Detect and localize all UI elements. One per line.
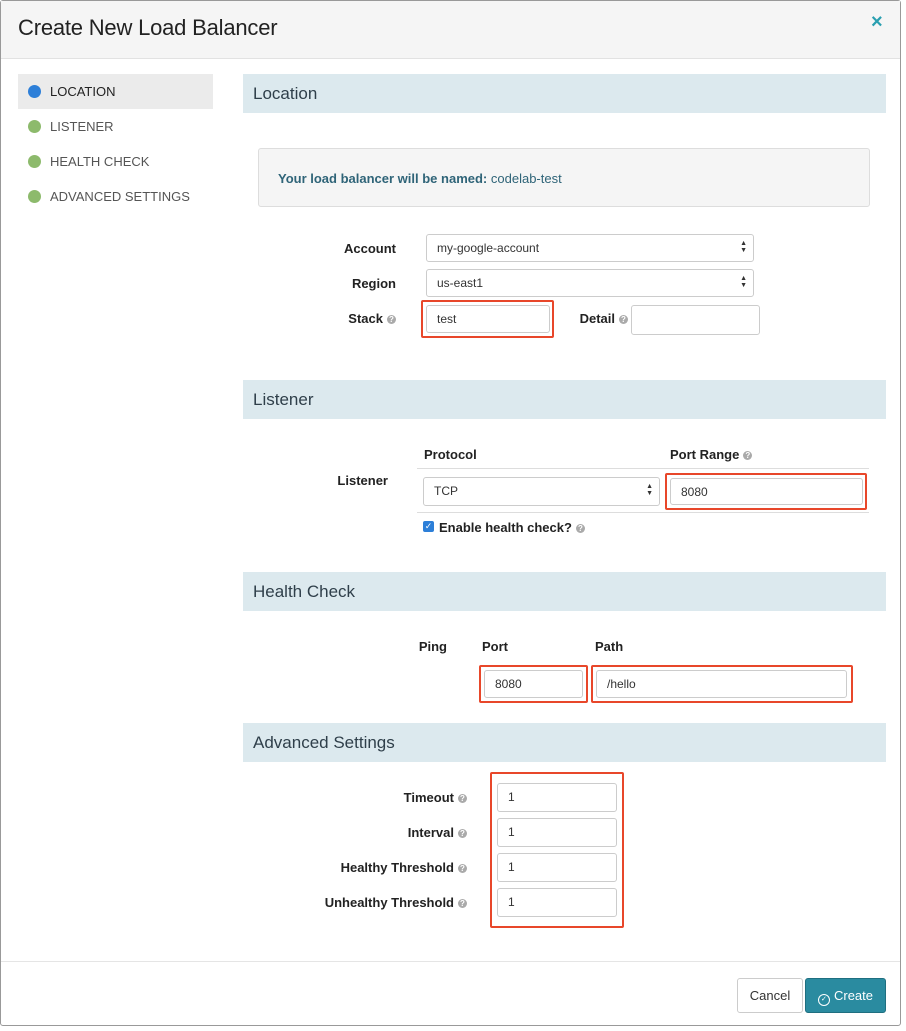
listener-row-label: Listener [337,473,388,488]
footer-divider [1,961,900,962]
healthy-threshold-label-row: Healthy Threshold? [301,860,467,875]
name-prefix: Your load balancer will be named: codela… [278,171,562,186]
table-row-divider [417,512,869,513]
nav-item-location[interactable]: LOCATION [18,74,213,109]
status-dot-icon [28,155,41,168]
detail-input[interactable] [631,305,760,335]
account-select-value: my-google-account [437,241,540,255]
name-prefix-text: Your load balancer will be named: [278,171,488,186]
path-header: Path [595,639,624,654]
help-icon[interactable]: ? [619,315,628,324]
stack-highlight [421,300,554,338]
create-load-balancer-modal: Create New Load Balancer × LOCATION LIST… [0,0,901,1026]
nav-item-label: ADVANCED SETTINGS [50,189,190,204]
nav-item-listener[interactable]: LISTENER [18,109,213,144]
help-icon[interactable]: ? [458,829,467,838]
create-button-label: Create [833,988,874,1003]
port-range-header: Port Range [670,447,740,462]
section-title: Listener [253,390,314,409]
modal-header: Create New Load Balancer × [1,1,900,59]
help-icon[interactable]: ? [458,899,467,908]
health-path-highlight [591,665,853,703]
nav-item-label: HEALTH CHECK [50,154,150,169]
help-icon[interactable]: ? [387,315,396,324]
account-label: Account [344,241,396,256]
region-label: Region [351,276,396,291]
help-icon[interactable]: ? [575,524,585,533]
unhealthy-threshold-label-row: Unhealthy Threshold? [301,895,467,910]
select-arrows-icon: ▲ ▼ [740,275,747,289]
region-select[interactable]: us-east1 ▲ ▼ [426,269,754,297]
modal-title: Create New Load Balancer [18,15,278,40]
select-arrows-icon: ▲ ▼ [646,483,653,497]
healthy-threshold-label: Healthy Threshold [340,860,454,875]
protocol-select[interactable]: TCP ▲ ▼ [423,477,660,506]
status-dot-icon [28,120,41,133]
interval-label-row: Interval? [301,825,467,840]
health-check-label: Enable health check? [439,520,572,535]
timeout-label: Timeout [403,790,454,805]
load-balancer-name-box: Your load balancer will be named: codela… [258,148,870,207]
help-icon[interactable]: ? [458,864,467,873]
nav-item-health-check[interactable]: HEALTH CHECK [18,144,213,179]
nav-item-label: LISTENER [50,119,114,134]
region-select-value: us-east1 [437,276,484,290]
health-check-section-header: Health Check [243,572,886,611]
port-range-highlight [665,473,867,510]
section-title: Health Check [253,582,356,601]
health-port-highlight [479,665,588,703]
health-check-checkbox[interactable]: ✓ [423,521,434,532]
nav-item-advanced-settings[interactable]: ADVANCED SETTINGS [18,179,213,214]
section-title: Location [253,84,318,103]
health-check-label-row: Enable health check?? [439,520,585,535]
status-dot-icon [28,85,41,98]
cancel-button[interactable]: Cancel [737,978,803,1013]
status-dot-icon [28,190,41,203]
stack-label: Stack [348,311,383,326]
detail-label: Detail [579,311,615,326]
port-header: Port [482,639,508,654]
unhealthy-threshold-label: Unhealthy Threshold [324,895,454,910]
interval-label: Interval [407,825,454,840]
close-icon[interactable]: × [871,11,883,34]
help-icon[interactable]: ? [743,451,753,460]
create-button[interactable]: ✓ Create [805,978,886,1013]
location-section-header: Location [243,74,886,113]
timeout-label-row: Timeout? [301,790,467,805]
ping-label: Ping [418,639,447,654]
protocol-select-value: TCP [434,484,458,498]
select-arrows-icon: ▲ ▼ [740,240,747,254]
detail-label-row: Detail? [571,311,628,326]
name-value: codelab-test [490,171,562,186]
advanced-settings-highlight [490,772,624,928]
wizard-nav: LOCATION LISTENER HEALTH CHECK ADVANCED … [18,74,213,214]
table-header-divider [417,468,869,469]
protocol-header: Protocol [424,447,477,462]
advanced-settings-section-header: Advanced Settings [243,723,886,762]
port-range-header-row: Port Range? [670,447,753,462]
check-circle-icon: ✓ [817,994,830,1006]
section-title: Advanced Settings [253,733,395,752]
listener-section-header: Listener [243,380,886,419]
help-icon[interactable]: ? [458,794,467,803]
account-select[interactable]: my-google-account ▲ ▼ [426,234,754,262]
stack-label-row: Stack? [301,311,396,326]
nav-item-label: LOCATION [50,84,116,99]
